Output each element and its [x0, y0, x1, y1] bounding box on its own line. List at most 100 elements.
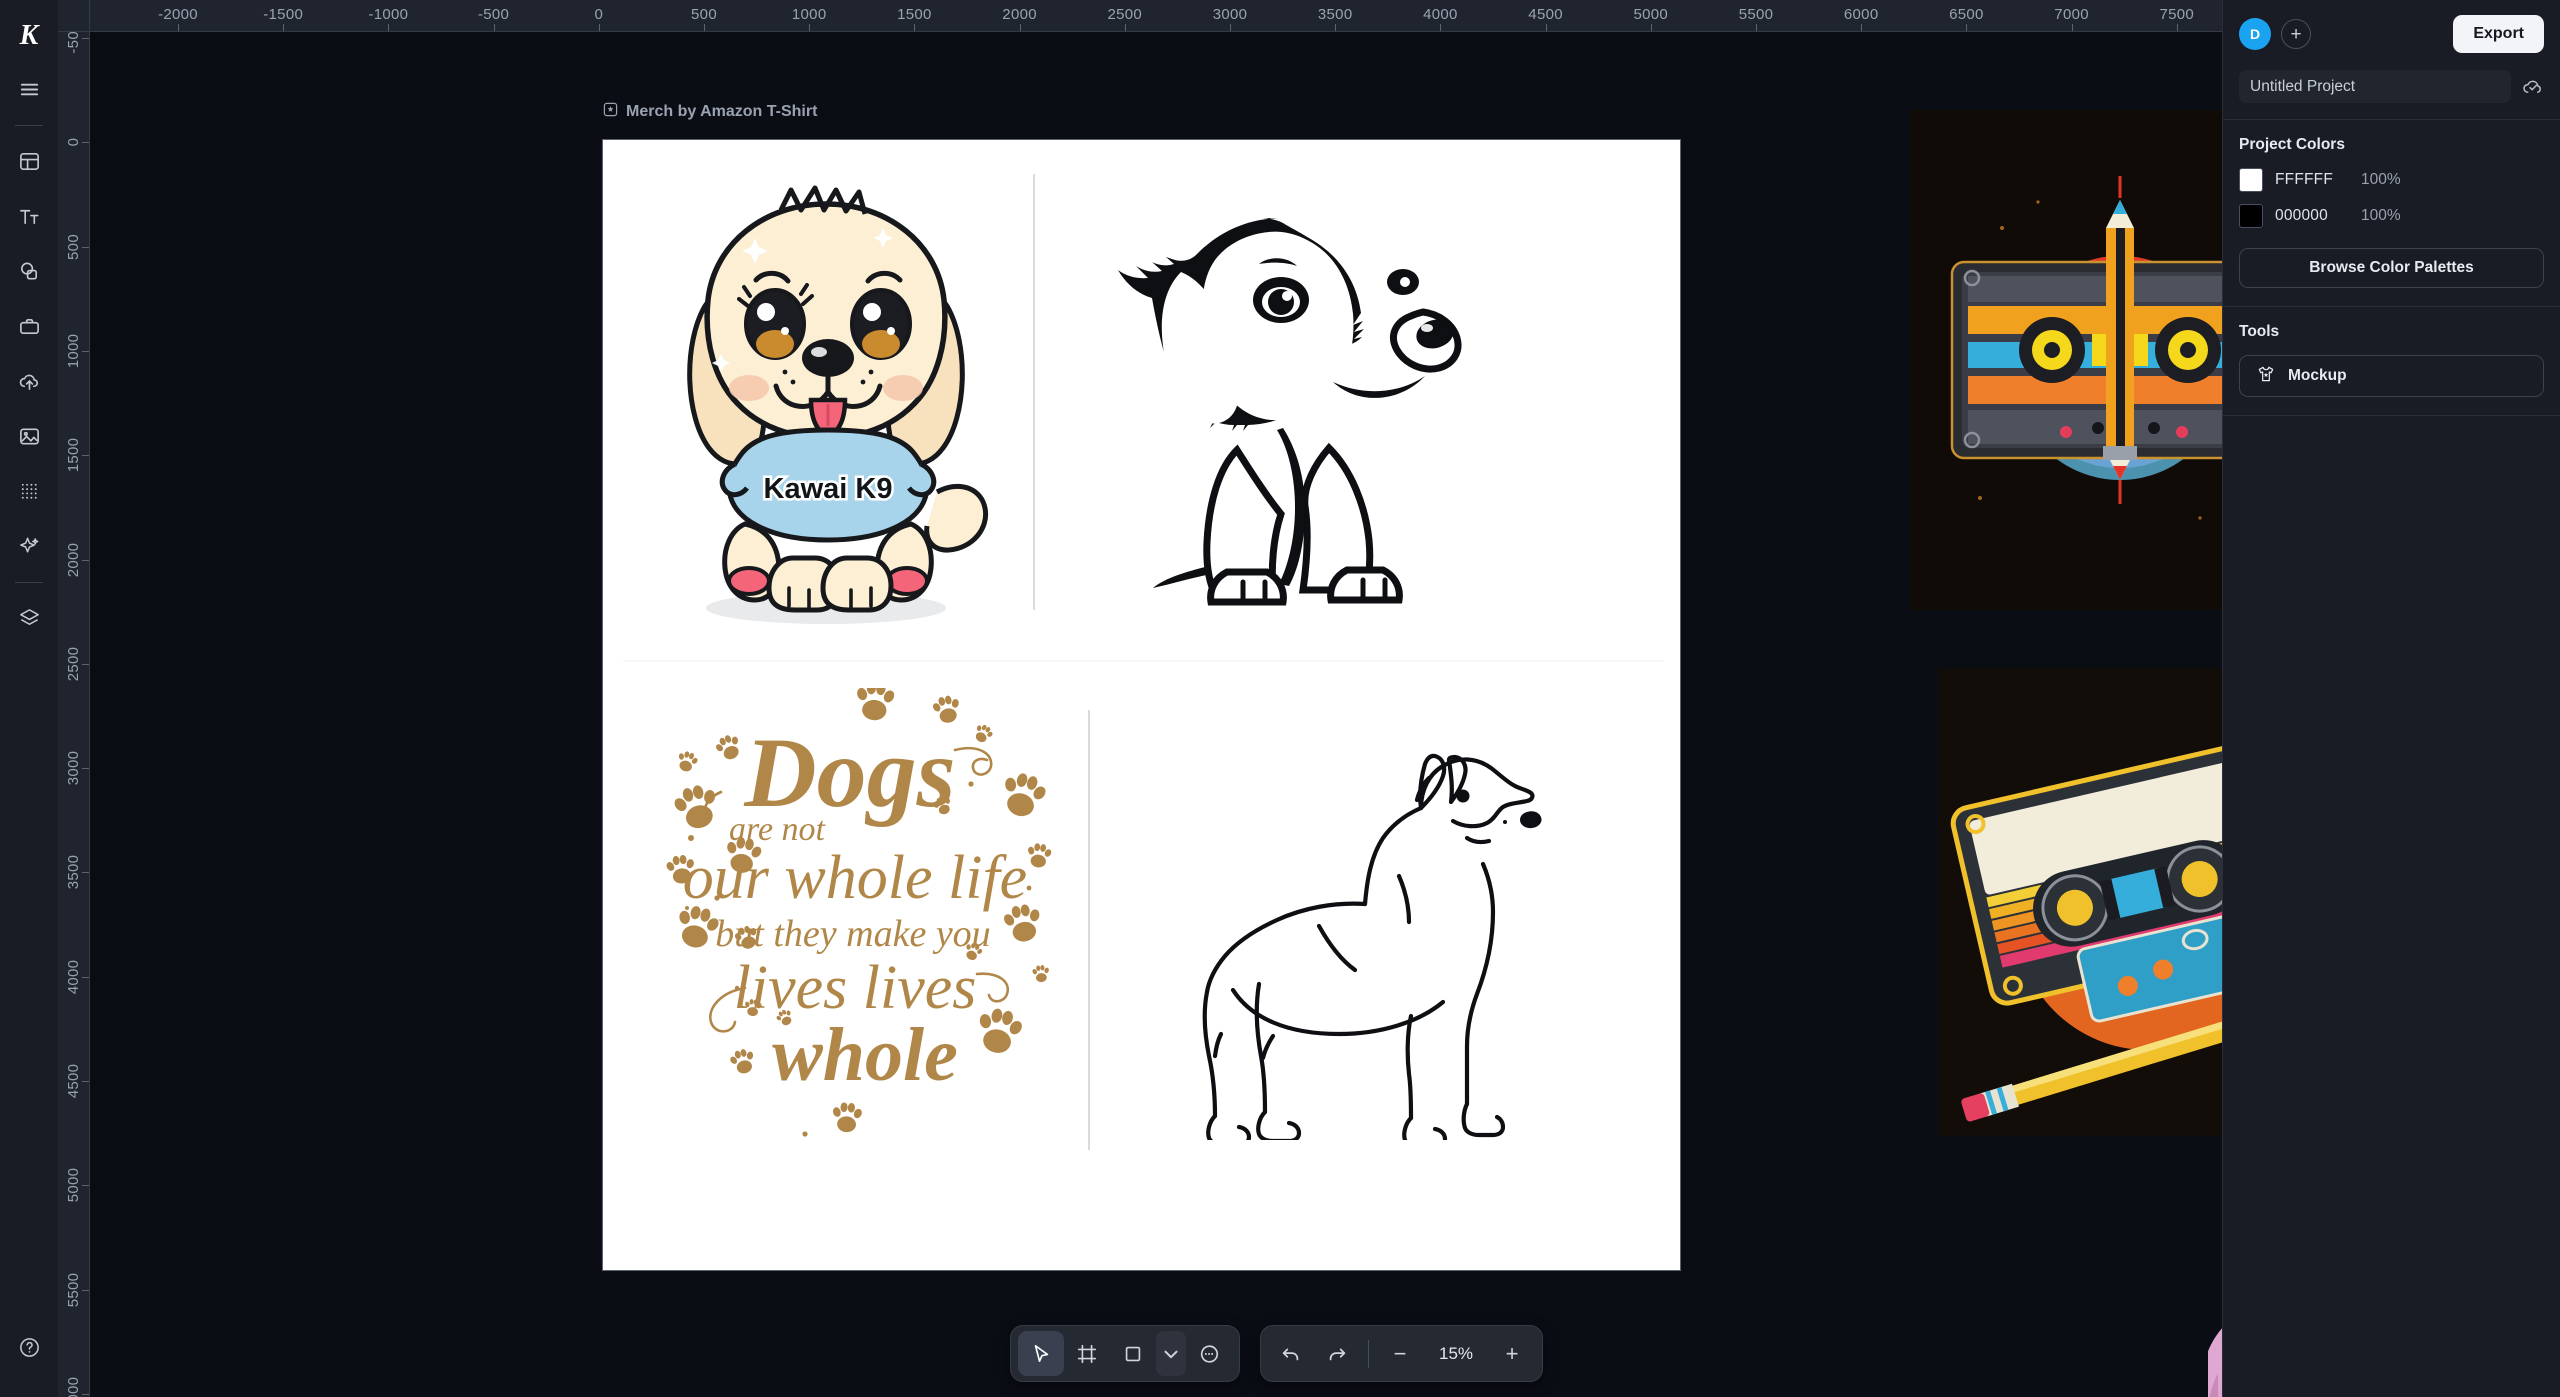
ruler-tick	[493, 24, 495, 31]
zoom-out-button[interactable]: −	[1377, 1331, 1423, 1376]
ruler-tick	[178, 24, 179, 31]
cassette-pencil-sunset-thumbnail[interactable]	[1910, 110, 2222, 610]
color-row[interactable]: FFFFFF 100%	[2239, 168, 2544, 192]
ruler-label: 0	[65, 137, 82, 147]
ruler-tick	[1440, 24, 1442, 31]
undo-button[interactable]	[1268, 1331, 1314, 1376]
ruler-tick	[1019, 24, 1021, 31]
ai-sparkle-icon[interactable]	[0, 519, 58, 574]
ruler-tick	[809, 24, 811, 31]
dog-outline-sketch[interactable]	[1113, 700, 1553, 1150]
quote-line-2: are not	[729, 811, 827, 848]
app-logo[interactable]: K	[0, 10, 58, 62]
ruler-tick	[1230, 24, 1231, 31]
ruler-label: 3500	[65, 855, 82, 890]
ruler-label: 4500	[65, 1063, 82, 1099]
quote-line-4: but they make you	[715, 913, 990, 955]
ruler-label: 3000	[1212, 6, 1248, 23]
ruler-tick	[82, 350, 89, 352]
cloud-saved-icon[interactable]	[2521, 75, 2544, 98]
zoom-level-display[interactable]: 15%	[1423, 1344, 1489, 1364]
ruler-tick	[82, 559, 89, 561]
avatar[interactable]: D	[2239, 18, 2271, 50]
ruler-tick	[82, 768, 89, 770]
comment-tool-button[interactable]	[1186, 1331, 1232, 1376]
ruler-label: 6500	[1949, 6, 1984, 23]
chevron-down-icon[interactable]	[1156, 1331, 1186, 1376]
ruler-label: 1000	[65, 333, 82, 369]
ruler-tick	[82, 142, 89, 144]
ruler-tick	[82, 872, 89, 874]
add-collaborator-button[interactable]: +	[2281, 19, 2311, 49]
shape-tool-button[interactable]	[1110, 1331, 1156, 1376]
color-swatch[interactable]	[2239, 168, 2263, 192]
menu-icon[interactable]	[0, 62, 58, 117]
image-icon[interactable]	[0, 409, 58, 464]
artboard-frame-icon	[603, 102, 618, 122]
color-hex: 000000	[2275, 207, 2328, 224]
pink-character-thumbnail[interactable]	[2208, 1187, 2222, 1397]
tools-title: Tools	[2239, 323, 2280, 340]
layers-icon[interactable]	[0, 591, 58, 646]
ruler-tick	[704, 24, 705, 31]
color-swatch[interactable]	[2239, 204, 2263, 228]
artboard-divider-horizontal	[623, 660, 1663, 662]
upload-icon[interactable]	[0, 354, 58, 409]
ruler-tick	[1966, 24, 1968, 31]
zoom-in-button[interactable]: +	[1489, 1331, 1535, 1376]
color-row[interactable]: 000000 100%	[2239, 204, 2544, 228]
ruler-tick	[598, 24, 600, 31]
ruler-label: 6000	[65, 1376, 82, 1397]
tshirt-icon	[2256, 364, 2276, 389]
ruler-label: 5500	[1738, 6, 1774, 23]
project-name-input[interactable]	[2239, 70, 2511, 103]
ruler-tick	[1124, 24, 1126, 31]
ruler-label: -1000	[368, 6, 409, 23]
ruler-label: 2500	[65, 646, 82, 682]
dachshund-lineart[interactable]	[1083, 192, 1513, 632]
help-icon[interactable]	[0, 1320, 58, 1375]
text-icon[interactable]	[0, 189, 58, 244]
horizontal-ruler[interactable]: -2000 -1500 -1000 -500 0 500 1000 1500 2000 2500 3…	[90, 0, 2222, 32]
panel-header: D + Export	[2223, 0, 2560, 120]
frame-tool-button[interactable]	[1064, 1331, 1110, 1376]
ruler-label: 1500	[65, 437, 82, 473]
color-opacity: 100%	[2361, 171, 2401, 188]
shapes-icon[interactable]	[0, 244, 58, 299]
panel-header-row: D + Export	[2239, 14, 2544, 54]
select-tool-button[interactable]	[1018, 1331, 1064, 1376]
app-root: K -2000 -1500 -1000 -500 0 500 1000 1500…	[0, 0, 2560, 1397]
artboard-label[interactable]: Merch by Amazon T-Shirt	[603, 102, 817, 122]
ruler-label: 500	[691, 6, 717, 23]
ruler-tick	[1756, 24, 1757, 31]
color-hex: FFFFFF	[2275, 171, 2334, 188]
ruler-label: 1000	[791, 6, 827, 23]
ruler-corner	[58, 0, 90, 32]
pattern-icon[interactable]	[0, 464, 58, 519]
dogs-quote-typography[interactable]: Dogs are not our whole life but they mak…	[625, 680, 1075, 1158]
export-button[interactable]: Export	[2453, 15, 2544, 53]
canvas-viewport[interactable]: Merch by Amazon T-Shirt Kawai K9 Dogs ar…	[90, 32, 2222, 1397]
ruler-label: 500	[65, 233, 82, 260]
retro-cassette-pencil-thumbnail[interactable]	[1938, 668, 2222, 1136]
vertical-ruler[interactable]: -500 0 500 1000 1500 2000 2500 3000 3500 4000 4500…	[58, 32, 90, 1397]
ruler-tick	[82, 663, 89, 665]
tool-group	[1010, 1325, 1240, 1382]
history-zoom-group: − 15% +	[1260, 1325, 1543, 1382]
ruler-label: -500	[65, 32, 82, 54]
ruler-tick	[82, 455, 89, 457]
ruler-tick	[82, 38, 89, 39]
ruler-tick	[283, 24, 285, 31]
artboard[interactable]: Kawai K9 Dogs are not our whole life but…	[603, 140, 1680, 1270]
ruler-tick	[82, 1185, 89, 1187]
ruler-label: 3000	[65, 750, 82, 786]
browse-color-palettes-button[interactable]: Browse Color Palettes	[2239, 248, 2544, 288]
assets-icon[interactable]	[0, 299, 58, 354]
bottom-toolbar: − 15% +	[1010, 1325, 1543, 1382]
ruler-label: -500	[477, 6, 510, 23]
kawaii-puppy-artwork[interactable]: Kawai K9	[613, 176, 1043, 646]
ruler-label: -2000	[158, 6, 198, 23]
mockup-tool-button[interactable]: Mockup	[2239, 355, 2544, 397]
templates-icon[interactable]	[0, 134, 58, 189]
redo-button[interactable]	[1314, 1331, 1360, 1376]
